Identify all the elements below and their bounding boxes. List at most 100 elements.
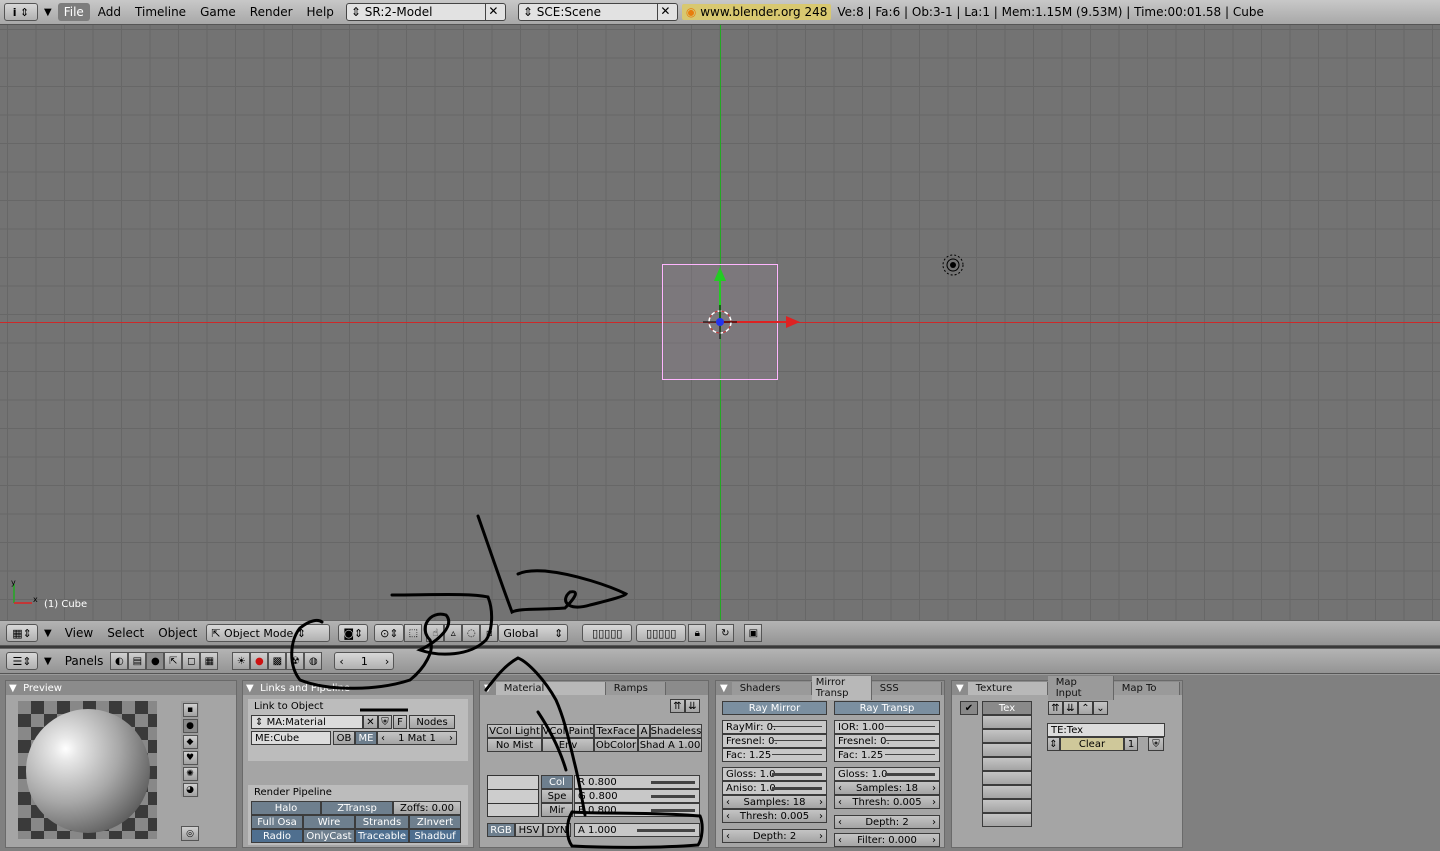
- texture-context-icon[interactable]: ▩: [268, 652, 287, 670]
- texface-alpha-button[interactable]: A: [638, 724, 650, 738]
- transp-gloss-slider[interactable]: Gloss: 1.0: [834, 767, 940, 781]
- copy-material-icon[interactable]: ⇈: [670, 699, 685, 713]
- link-ob-button[interactable]: OB: [333, 731, 355, 745]
- fake-user-button[interactable]: F: [393, 715, 407, 729]
- object-icon[interactable]: ⇱: [164, 652, 183, 670]
- lock-icon[interactable]: 🔒︎: [688, 624, 707, 642]
- texture-fake-user-icon[interactable]: ⛨: [1148, 737, 1164, 751]
- fake-user-icon[interactable]: ⛨: [378, 715, 392, 729]
- delete-screen-icon[interactable]: ✕: [484, 4, 501, 20]
- menu-add[interactable]: Add: [92, 3, 127, 21]
- orientation-selector[interactable]: Global ⇕: [498, 624, 569, 642]
- ogl-render-icon[interactable]: ↻: [716, 624, 735, 642]
- transp-fresnel-slider[interactable]: Fresnel: 0.: [834, 734, 940, 748]
- aniso-slider[interactable]: Aniso: 1.0: [722, 781, 827, 795]
- transform-manipulator[interactable]: [680, 235, 810, 365]
- preview-cube-icon[interactable]: ◆: [182, 735, 198, 749]
- preview-sphere-icon[interactable]: ●: [182, 719, 198, 733]
- color-swatches[interactable]: [487, 775, 539, 817]
- mirror-samples-field[interactable]: ‹ Samples: 18 ›: [722, 795, 827, 809]
- shadeless-button[interactable]: Shadeless: [650, 724, 702, 738]
- wire-button[interactable]: Wire: [303, 815, 355, 829]
- col-swatch[interactable]: [488, 776, 538, 790]
- alpha-slider[interactable]: A 1.000: [574, 823, 700, 837]
- clear-texture-button[interactable]: Clear: [1060, 737, 1124, 751]
- mirror-fresnel-slider[interactable]: Fresnel: 0.: [722, 734, 827, 748]
- material-index-field[interactable]: ‹ 1 Mat 1 ›: [377, 731, 457, 745]
- collapse-triangle-icon[interactable]: ▼: [44, 656, 52, 667]
- texture-slot[interactable]: [982, 757, 1032, 771]
- tab-material[interactable]: Material: [495, 681, 606, 695]
- ray-transp-button[interactable]: Ray Transp: [834, 701, 940, 715]
- delete-scene-icon[interactable]: ✕: [656, 4, 673, 20]
- draw-type-selector[interactable]: ◙ ⇕: [338, 624, 369, 642]
- move-up-icon[interactable]: ⌃: [1078, 701, 1093, 715]
- mirror-depth-field[interactable]: ‹ Depth: 2 ›: [722, 829, 827, 843]
- collapse-triangle-icon[interactable]: ▼: [952, 683, 968, 694]
- onlycast-button[interactable]: OnlyCast: [303, 829, 355, 843]
- mirror-thresh-field[interactable]: ‹ Thresh: 0.005 ›: [722, 809, 827, 823]
- unlink-material-icon[interactable]: ✕: [363, 715, 378, 729]
- copy-texture-icon[interactable]: ⇈: [1048, 701, 1063, 715]
- editor-type-3dview-button[interactable]: ▦ ⇕: [6, 624, 38, 642]
- strands-button[interactable]: Strands: [355, 815, 409, 829]
- rotate-icon[interactable]: ◌: [462, 624, 481, 642]
- blender-url[interactable]: ◉ www.blender.org 248: [681, 4, 832, 20]
- render-preview-icon[interactable]: ▣: [744, 624, 763, 642]
- mirror-gloss-slider[interactable]: Gloss: 1.0: [722, 767, 827, 781]
- preview-panel-header[interactable]: ▼ Preview: [6, 681, 236, 695]
- filter-field[interactable]: ‹ Filter: 0.000 ›: [834, 833, 940, 847]
- preview-hair-icon[interactable]: ✺: [182, 767, 198, 781]
- tab-map-to[interactable]: Map To: [1113, 681, 1180, 695]
- collapse-triangle-icon[interactable]: ▼: [480, 683, 496, 694]
- col-button[interactable]: Col: [541, 775, 573, 789]
- raymir-slider[interactable]: RayMir: 0.: [722, 720, 827, 734]
- texture-browse-icon[interactable]: ⇕: [1047, 737, 1060, 751]
- blue-slider[interactable]: B 0.800: [574, 803, 700, 817]
- texture-slot[interactable]: [982, 799, 1032, 813]
- texture-enabled-checkbox[interactable]: ✔: [960, 701, 978, 715]
- texture-slot[interactable]: [982, 813, 1032, 827]
- layer-buttons-1[interactable]: ▯▯▯▯▯: [582, 624, 633, 642]
- obcolor-button[interactable]: ObColor: [594, 738, 638, 752]
- collapse-triangle-icon[interactable]: ▼: [44, 628, 52, 639]
- script-icon[interactable]: ▤: [128, 652, 147, 670]
- lamp-icon[interactable]: [940, 253, 966, 279]
- traceable-button[interactable]: Traceable: [355, 829, 409, 843]
- nodes-button[interactable]: Nodes: [409, 715, 455, 729]
- texture-slot[interactable]: [982, 729, 1032, 743]
- move-down-icon[interactable]: ⌄: [1093, 701, 1108, 715]
- tab-map-input[interactable]: Map Input: [1047, 676, 1114, 700]
- texture-slot-1[interactable]: Tex: [982, 701, 1032, 715]
- menu-game[interactable]: Game: [194, 3, 242, 21]
- preview-refresh-icon[interactable]: ◎: [181, 826, 199, 841]
- transp-samples-field[interactable]: ‹ Samples: 18 ›: [834, 781, 940, 795]
- scene-selector[interactable]: ⇕ SCE:Scene ✕: [517, 3, 678, 21]
- vcol-paint-button[interactable]: VCol Paint: [542, 724, 594, 738]
- transp-fac-slider[interactable]: Fac: 1.25: [834, 748, 940, 762]
- layer-buttons-2[interactable]: ▯▯▯▯▯: [636, 624, 687, 642]
- texture-slot[interactable]: [982, 771, 1032, 785]
- collapse-triangle-icon[interactable]: ▼: [44, 7, 52, 18]
- menu-file[interactable]: File: [57, 3, 90, 21]
- scale-icon[interactable]: ▫: [480, 624, 499, 642]
- translate-icon[interactable]: ▵: [444, 624, 463, 642]
- shadbuf-button[interactable]: Shadbuf: [409, 829, 461, 843]
- preview-flat-icon[interactable]: ▪: [182, 703, 198, 717]
- mirror-fac-slider[interactable]: Fac: 1.25: [722, 748, 827, 762]
- transp-thresh-field[interactable]: ‹ Thresh: 0.005 ›: [834, 795, 940, 809]
- lamp-context-icon[interactable]: ☀: [232, 652, 251, 670]
- menu-select[interactable]: Select: [100, 626, 151, 640]
- mode-selector[interactable]: ⇱ Object Mode ⇕: [206, 624, 331, 642]
- link-me-button[interactable]: ME: [355, 731, 377, 745]
- mir-swatch[interactable]: [488, 804, 538, 816]
- paste-texture-icon[interactable]: ⇊: [1063, 701, 1078, 715]
- menu-panels[interactable]: Panels: [58, 654, 111, 668]
- texture-name-field[interactable]: TE:Tex: [1047, 723, 1165, 737]
- ior-slider[interactable]: IOR: 1.00: [834, 720, 940, 734]
- texture-slot[interactable]: [982, 785, 1032, 799]
- shading-icon[interactable]: ●: [146, 652, 165, 670]
- shad-alpha-field[interactable]: Shad A 1.00: [638, 738, 702, 752]
- radiosity-context-icon[interactable]: ☢: [286, 652, 305, 670]
- halo-button[interactable]: Halo: [251, 801, 321, 815]
